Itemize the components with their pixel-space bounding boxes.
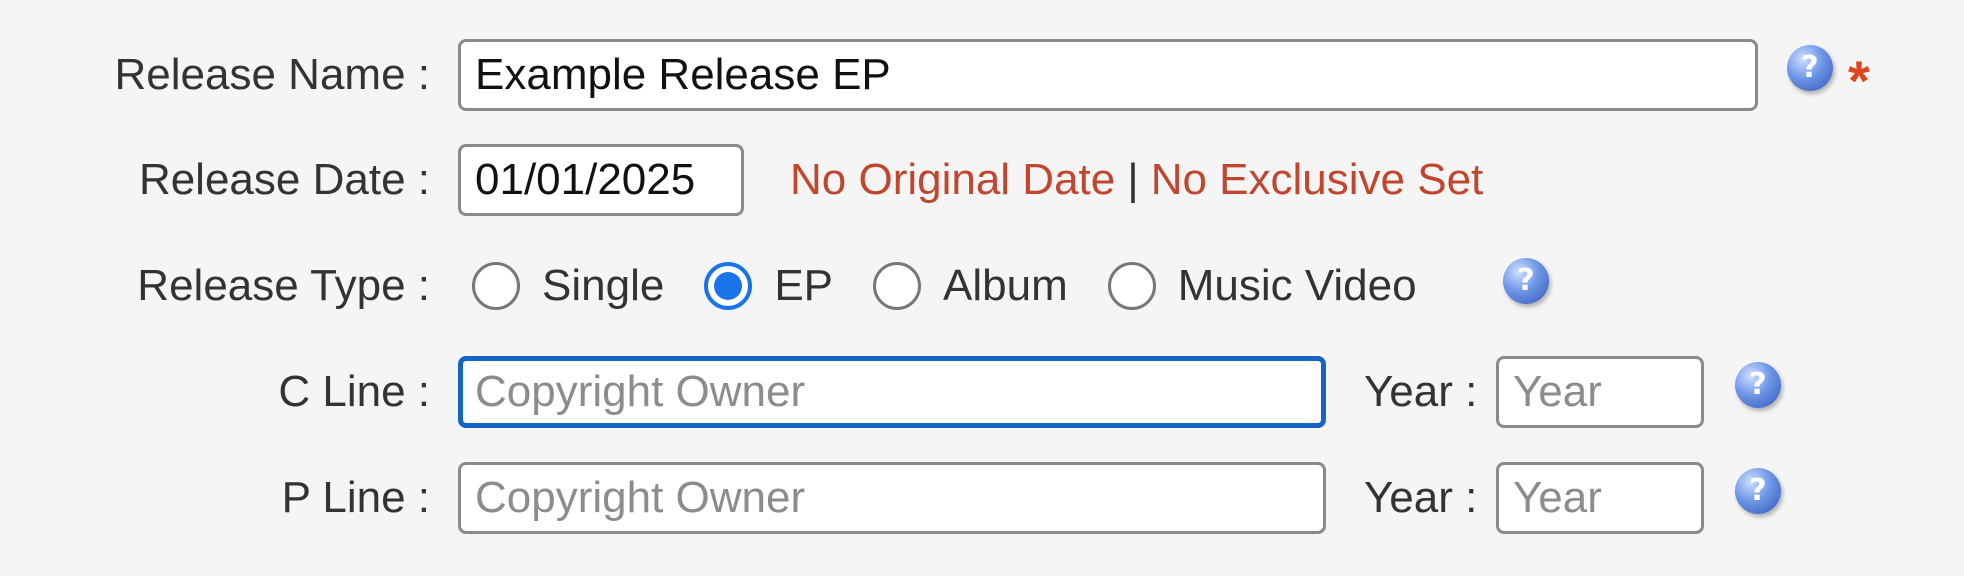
required-asterisk: * [1848,49,1870,112]
radio-album[interactable] [873,262,922,310]
release-type-row: Release Type : Single EP Album Music Vid… [0,246,1964,326]
p-line-owner-input[interactable] [458,462,1326,534]
question-circle-icon[interactable]: ? [1787,45,1833,91]
release-form: Release Name : ? * Release Date : No Ori… [0,0,1964,576]
radio-label-music-video: Music Video [1177,261,1417,310]
radio-single[interactable] [472,262,520,310]
radio-option-album[interactable]: Album [873,261,1068,311]
p-line-year-input[interactable] [1496,462,1704,534]
release-date-links: No Original Date | No Exclusive Set [790,140,1483,220]
release-name-row: Release Name : ? * [0,35,1964,115]
release-date-row: Release Date : No Original Date|No Exclu… [0,140,1964,220]
release-date-label: Release Date : [138,155,430,204]
question-circle-icon[interactable]: ? [1503,258,1549,304]
release-type-radio-group: Single EP Album Music Video [472,246,1457,326]
no-original-date-link[interactable]: No Original Date [790,155,1115,204]
radio-option-music-video[interactable]: Music Video [1107,261,1417,311]
radio-label-album: Album [943,261,1068,310]
release-name-label: Release Name : [114,50,430,99]
p-line-row: P Line : Year : ? [0,458,1964,538]
link-separator: | [1127,155,1139,204]
p-line-label: P Line : [281,473,430,522]
no-exclusive-set-link[interactable]: No Exclusive Set [1151,155,1484,204]
release-name-input[interactable] [458,39,1758,111]
question-circle-icon[interactable]: ? [1735,468,1781,514]
radio-label-ep: EP [774,261,834,310]
question-circle-icon[interactable]: ? [1735,362,1781,408]
radio-ep[interactable] [704,262,753,310]
c-line-year-input[interactable] [1496,356,1704,428]
radio-label-single: Single [542,261,665,310]
c-line-label: C Line : [278,367,430,416]
radio-option-single[interactable]: Single [472,261,664,311]
c-line-year-label: Year : [1364,367,1478,416]
radio-music-video[interactable] [1107,262,1156,310]
c-line-row: C Line : Year : ? [0,352,1964,432]
c-line-owner-input[interactable] [458,356,1326,428]
release-type-label: Release Type : [137,261,430,310]
radio-option-ep[interactable]: EP [704,261,833,311]
p-line-year-label: Year : [1364,473,1478,522]
release-date-input[interactable] [458,144,744,216]
